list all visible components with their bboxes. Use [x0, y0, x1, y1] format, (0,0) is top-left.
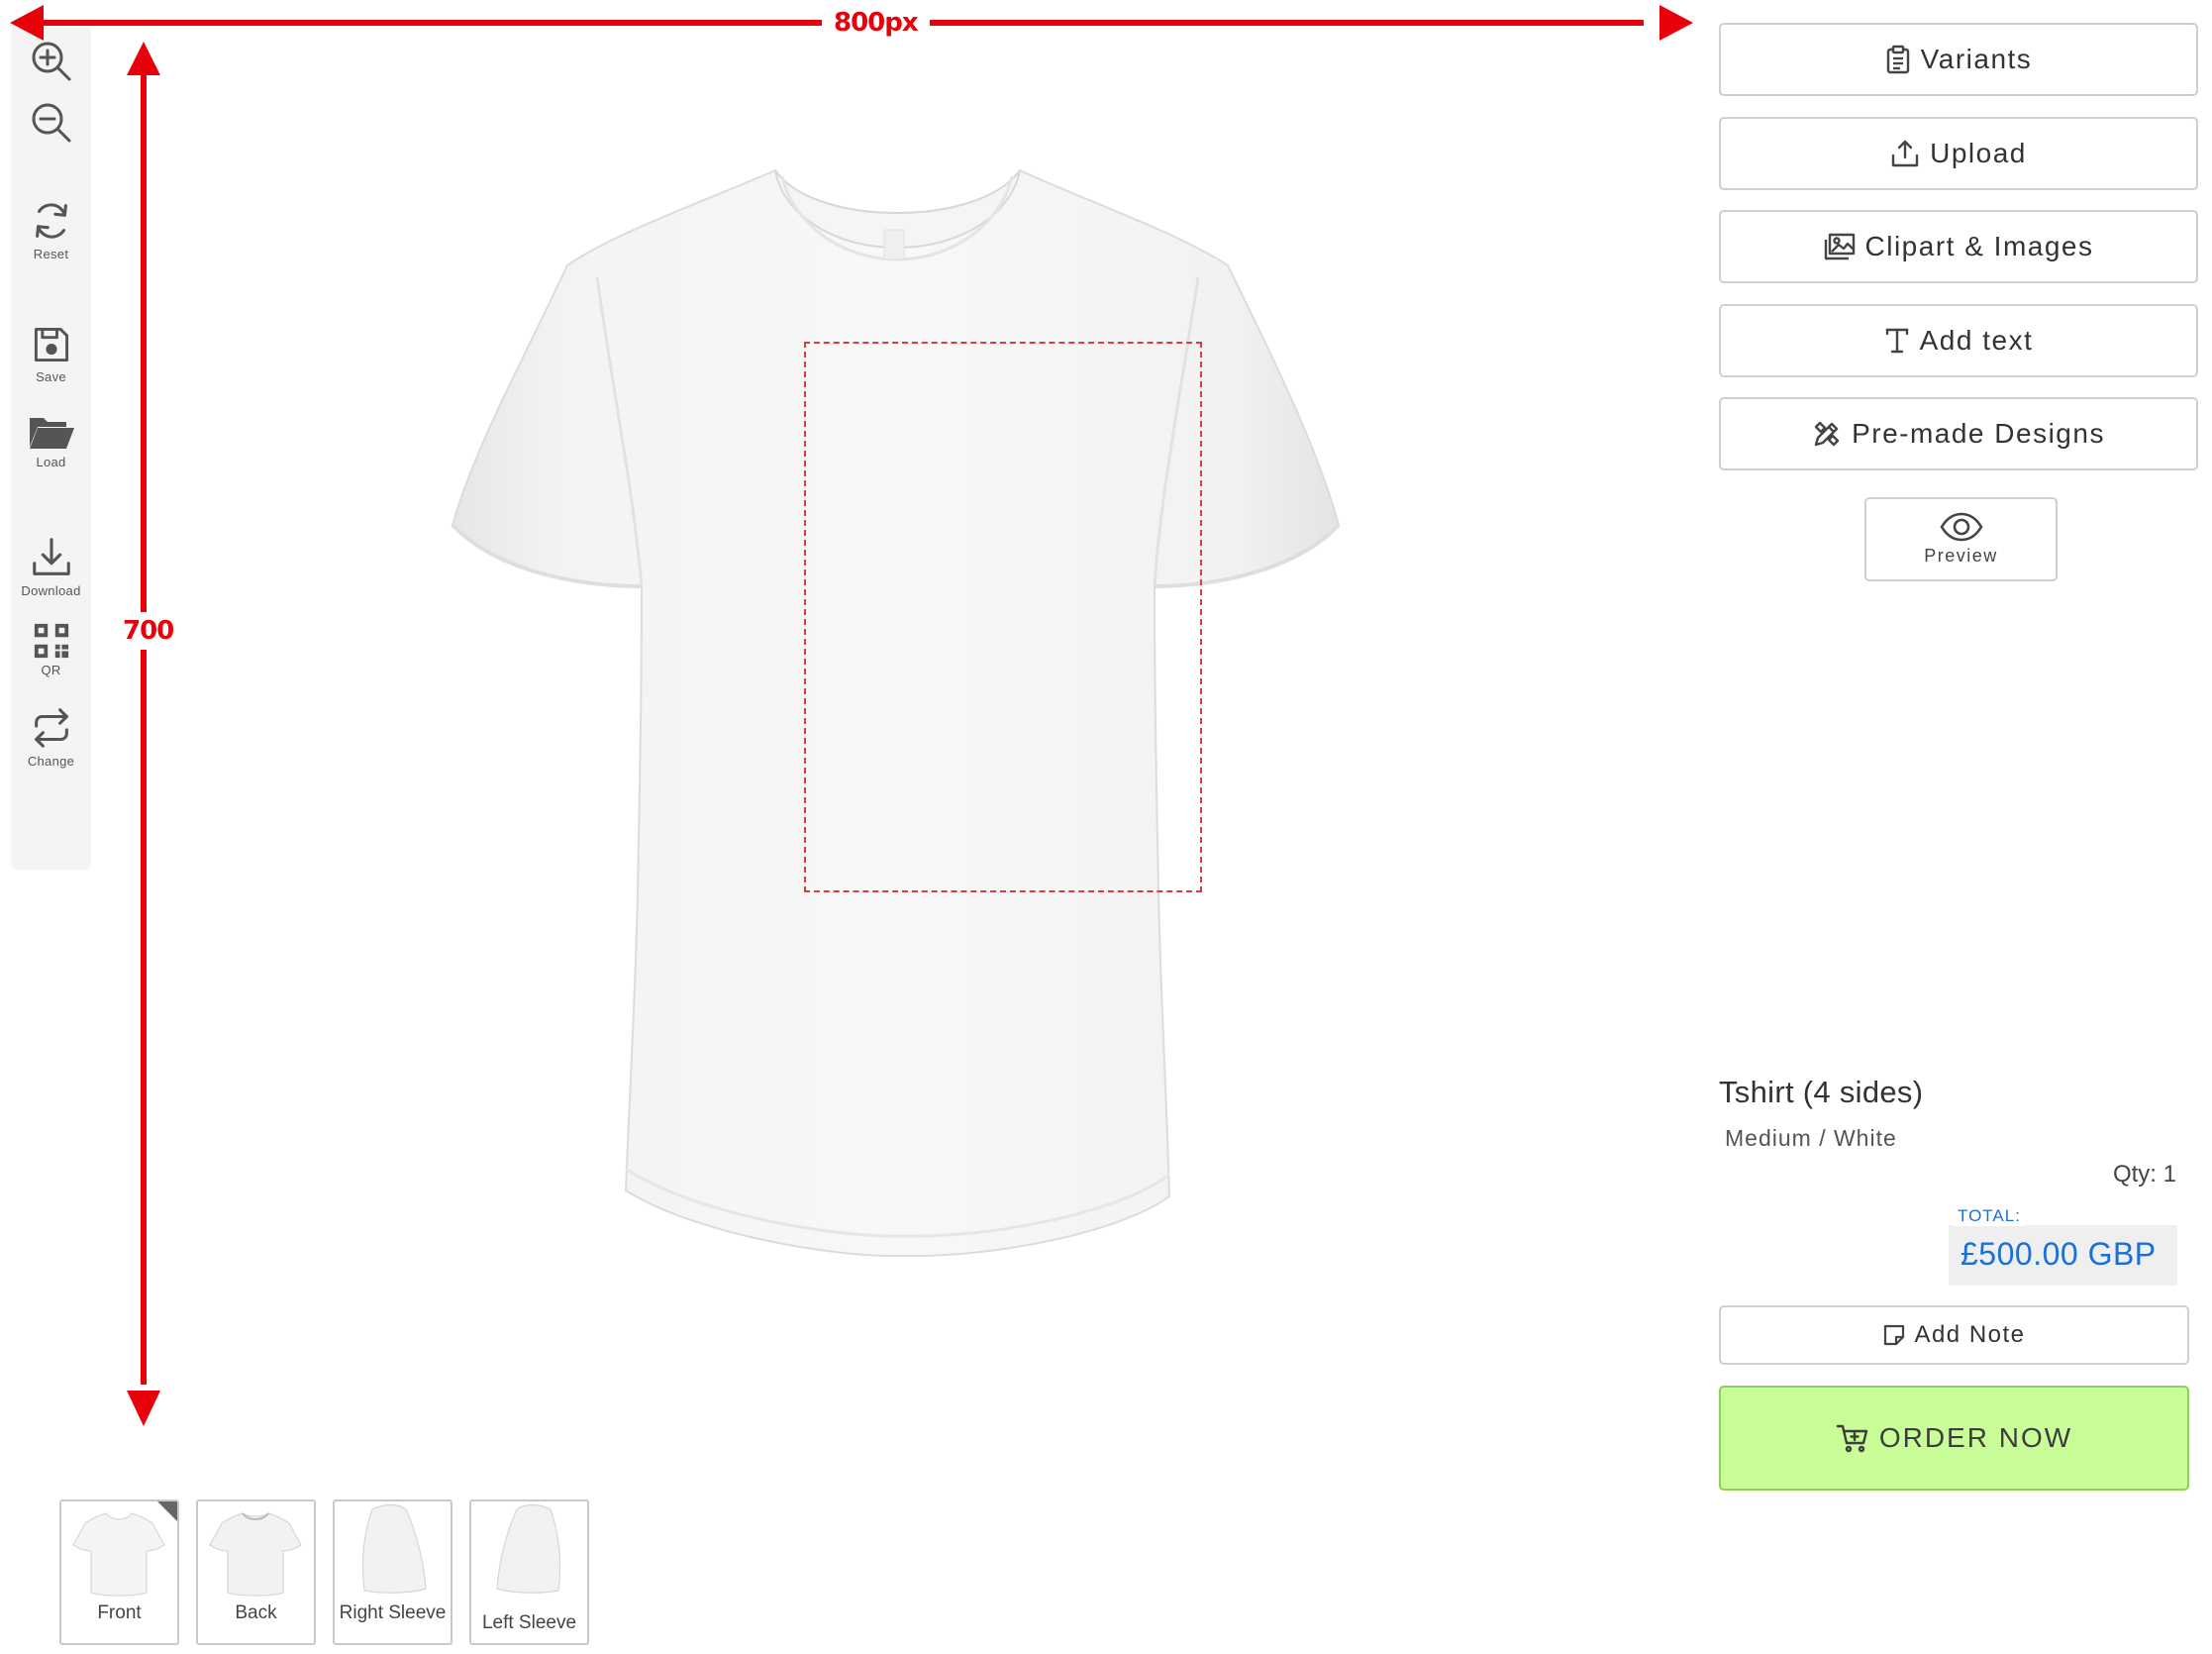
clipart-images-label: Clipart & Images: [1864, 231, 2094, 261]
width-dimension-label: 800px: [822, 8, 930, 38]
design-tools-icon: [1814, 421, 1840, 447]
preview-label: Preview: [1924, 546, 1998, 566]
add-note-button[interactable]: Add Note: [1719, 1305, 2189, 1365]
add-text-label: Add text: [1919, 325, 2034, 356]
text-icon: [1885, 328, 1908, 354]
variants-label: Variants: [1920, 44, 2033, 74]
clipart-images-button[interactable]: Clipart & Images: [1719, 210, 2198, 283]
add-note-label: Add Note: [1914, 1321, 2026, 1348]
side-thumb-front[interactable]: Front: [59, 1499, 179, 1645]
add-text-button[interactable]: Add text: [1719, 304, 2198, 377]
side-label-back: Back: [235, 1602, 277, 1623]
side-label-right-sleeve: Right Sleeve: [339, 1602, 447, 1623]
quantity-text: Qty: 1: [2112, 1161, 2176, 1188]
clipboard-list-icon: [1886, 45, 1909, 74]
upload-label: Upload: [1930, 138, 2027, 168]
height-dimension-label: 700: [119, 612, 178, 650]
variants-button[interactable]: Variants: [1719, 23, 2198, 96]
product-variant: Medium / White: [1725, 1125, 1897, 1151]
premade-designs-label: Pre-made Designs: [1852, 418, 2105, 449]
total-price: £500.00 GBP: [1961, 1236, 2157, 1272]
sticky-note-icon: [1884, 1324, 1905, 1346]
dimension-arrows: [10, 5, 1693, 1426]
upload-icon: [1891, 140, 1919, 167]
side-label-left-sleeve: Left Sleeve: [481, 1612, 577, 1633]
images-icon: [1824, 233, 1855, 260]
cart-icon: [1836, 1424, 1868, 1453]
eye-icon: [1939, 512, 1983, 542]
side-thumb-back[interactable]: Back: [196, 1499, 316, 1645]
side-thumb-right-sleeve[interactable]: Right Sleeve: [333, 1499, 452, 1645]
active-side-marker: [155, 1501, 177, 1523]
upload-button[interactable]: Upload: [1719, 117, 2198, 190]
order-now-button[interactable]: ORDER NOW: [1719, 1386, 2189, 1491]
side-thumb-left-sleeve[interactable]: Left Sleeve: [469, 1499, 589, 1645]
total-label: TOTAL:: [1954, 1206, 2025, 1226]
side-label-front: Front: [97, 1602, 142, 1623]
premade-designs-button[interactable]: Pre-made Designs: [1719, 397, 2198, 470]
order-now-label: ORDER NOW: [1878, 1422, 2073, 1453]
product-title: Tshirt (4 sides): [1719, 1075, 1924, 1109]
preview-button[interactable]: Preview: [1864, 497, 2058, 581]
